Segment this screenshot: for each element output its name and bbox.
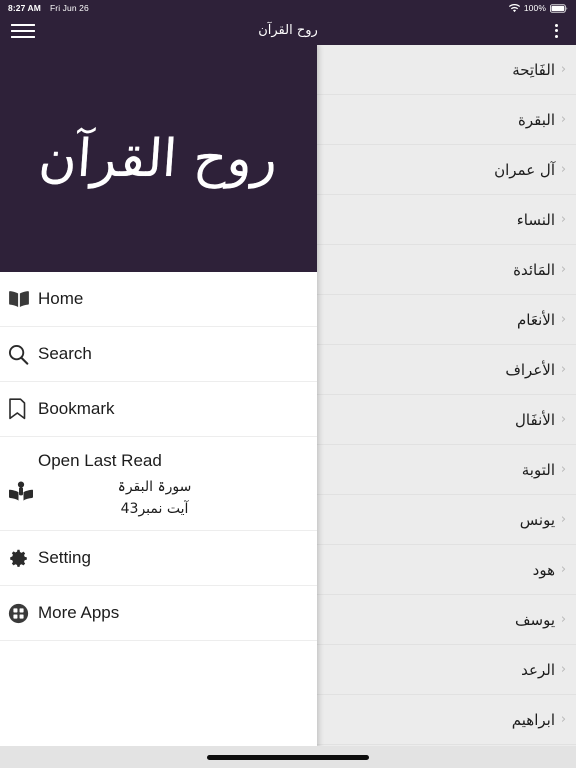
- person-reading-icon: [8, 477, 38, 508]
- chevron-right-icon: ›: [560, 512, 567, 527]
- chevron-right-icon: ›: [560, 612, 567, 627]
- app-bar: روح القرآن: [0, 16, 576, 45]
- drawer-item-label: Home: [38, 289, 84, 308]
- surah-name: المَائدة: [513, 260, 555, 279]
- chevron-right-icon: ›: [560, 112, 567, 127]
- drawer-item-setting[interactable]: Setting: [0, 531, 317, 587]
- chevron-right-icon: ›: [560, 362, 567, 377]
- surah-name: يونس: [519, 510, 555, 529]
- bookmark-icon: [8, 398, 38, 420]
- surah-name: آل عمران: [494, 160, 555, 179]
- battery-icon: [550, 3, 568, 13]
- chevron-right-icon: ›: [560, 462, 567, 477]
- drawer-item-more-apps[interactable]: More Apps: [0, 586, 317, 642]
- drawer-header: روح القرآن: [0, 45, 317, 272]
- overflow-menu-icon[interactable]: [536, 16, 576, 45]
- surah-name: هود: [532, 560, 555, 579]
- drawer-item-label: Search: [38, 344, 92, 363]
- drawer-item-bookmark[interactable]: Bookmark: [0, 382, 317, 437]
- hamburger-line: [11, 35, 35, 38]
- surah-name: الأعراف: [505, 360, 555, 379]
- navigation-drawer: روح القرآن Home Search Bookmark Open Las…: [0, 45, 317, 765]
- overflow-dot: [554, 23, 558, 27]
- overflow-dot: [554, 29, 558, 32]
- status-date: Fri Jun 26: [49, 3, 89, 13]
- open-book-icon: [8, 290, 38, 308]
- surah-name: الفَاتِحة: [512, 60, 555, 79]
- home-indicator-bar: [0, 746, 576, 768]
- battery-percent: 100%: [523, 3, 546, 13]
- apps-grid-icon: [8, 603, 38, 624]
- chevron-right-icon: ›: [560, 712, 567, 727]
- surah-name: النساء: [516, 210, 555, 229]
- chevron-right-icon: ›: [560, 212, 567, 227]
- drawer-item-label: Setting: [38, 548, 91, 568]
- drawer-item-search[interactable]: Search: [0, 327, 317, 382]
- home-indicator[interactable]: [207, 754, 369, 760]
- surah-name: البقرة: [518, 110, 555, 129]
- wifi-icon: [508, 3, 520, 13]
- hamburger-icon[interactable]: [0, 16, 44, 45]
- surah-name: يوسف: [514, 610, 555, 629]
- chevron-right-icon: ›: [560, 162, 567, 177]
- app-root: الفَاتِحة › البقرة › آل عمران › النساء › المَائد…: [0, 0, 576, 768]
- surah-name: الأنفَال: [515, 410, 555, 429]
- last-read-ayat: آیت نمبر43: [120, 500, 189, 517]
- overflow-dot: [554, 34, 558, 38]
- chevron-right-icon: ›: [560, 262, 567, 277]
- status-bar: 8:27 AM Fri Jun 26 100%: [0, 0, 576, 16]
- surah-name: الأنعَام: [517, 310, 555, 329]
- last-read-surah: سورۃ البقرۃ: [117, 479, 192, 495]
- drawer-item-label: More Apps: [38, 603, 120, 623]
- surah-name: ابراهيم: [511, 710, 555, 729]
- drawer-item-label: Bookmark: [38, 399, 115, 418]
- chevron-right-icon: ›: [560, 62, 567, 77]
- surah-name: التوبة: [521, 460, 555, 479]
- chevron-right-icon: ›: [560, 412, 567, 427]
- app-logo-text: روح القرآن: [37, 128, 280, 189]
- gear-icon: [8, 548, 38, 569]
- drawer-item-open-last-read[interactable]: Open Last Read سورۃ البقرۃ آیت نمبر43: [0, 437, 317, 532]
- open-last-read-title: Open Last Read: [38, 451, 162, 470]
- search-icon: [8, 344, 38, 365]
- hamburger-line: [11, 23, 35, 26]
- chevron-right-icon: ›: [560, 662, 567, 677]
- drawer-item-home[interactable]: Home: [0, 272, 317, 327]
- open-last-read-position: سورۃ البقرۃ آیت نمبر43: [38, 477, 317, 520]
- app-title: روح القرآن: [258, 23, 318, 38]
- chevron-right-icon: ›: [560, 562, 567, 577]
- surah-name: الرعد: [521, 660, 555, 679]
- chevron-right-icon: ›: [560, 312, 567, 327]
- hamburger-line: [11, 29, 35, 32]
- status-time: 8:27 AM: [8, 3, 41, 13]
